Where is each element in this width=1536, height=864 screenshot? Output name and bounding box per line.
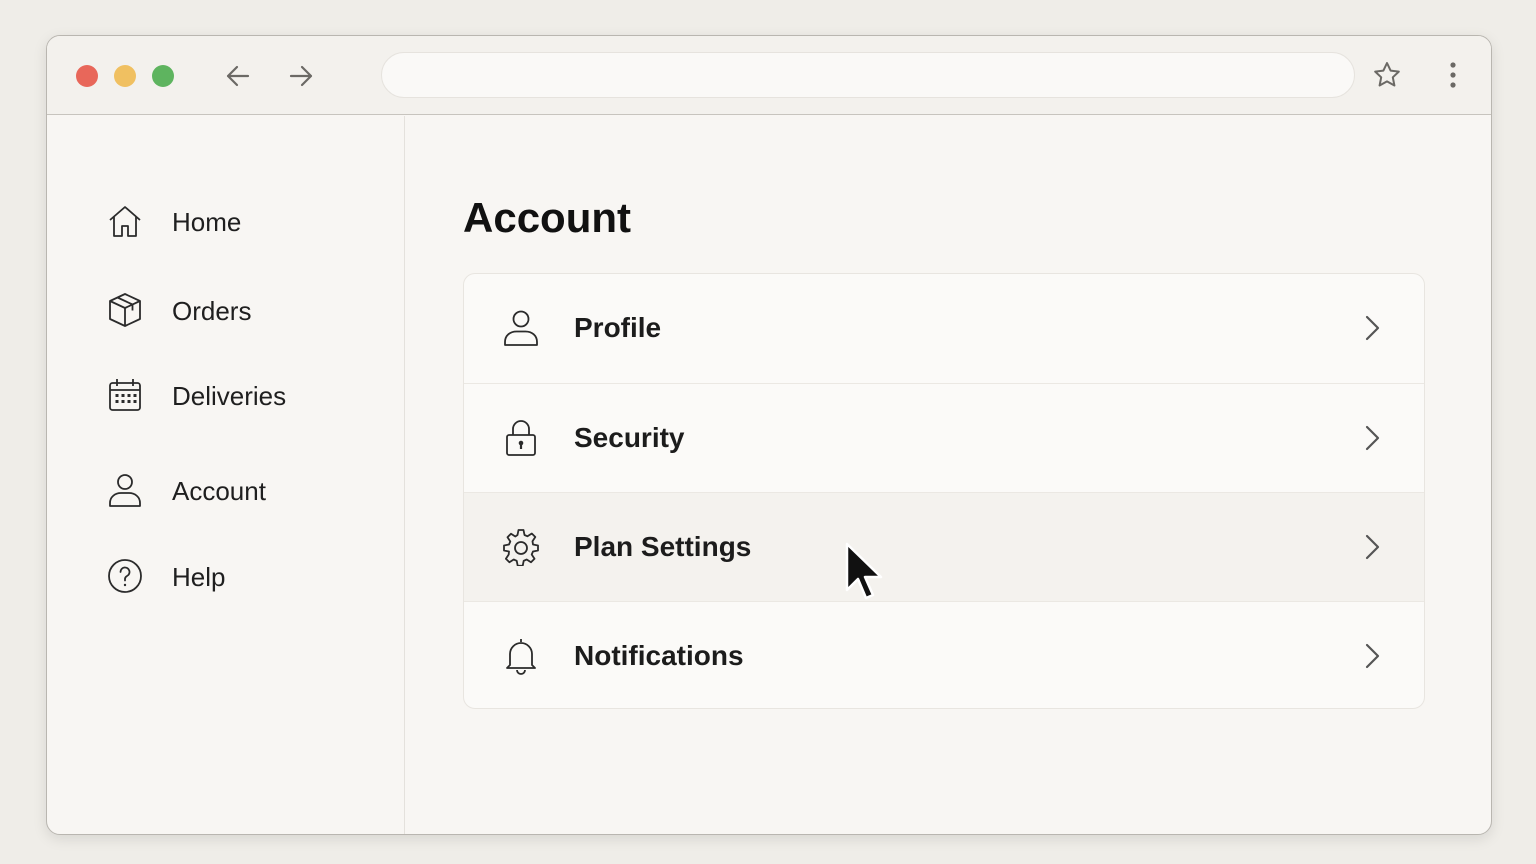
chevron-right-icon <box>1365 534 1380 560</box>
sidebar-item-label: Account <box>172 476 266 506</box>
sidebar-item-label: Orders <box>172 296 252 326</box>
box-icon <box>109 293 141 327</box>
more-menu-icon[interactable] <box>1439 59 1467 91</box>
chevron-right-icon <box>1365 315 1380 341</box>
bell-icon <box>506 639 536 675</box>
list-item-profile[interactable]: Profile <box>464 274 1424 382</box>
sidebar-item-label: Home <box>172 207 242 237</box>
list-item-label: Security <box>574 422 685 453</box>
account-settings-list: Profile Security Plan Settings Notificat… <box>463 273 1425 709</box>
address-bar[interactable] <box>381 52 1355 98</box>
browser-toolbar <box>47 36 1491 115</box>
lock-icon <box>506 420 536 456</box>
page-title: Account <box>463 194 631 241</box>
sidebar-item-home[interactable]: Home <box>107 196 367 246</box>
chevron-right-icon <box>1365 425 1380 451</box>
home-icon <box>109 206 141 237</box>
gear-icon <box>503 529 539 566</box>
sidebar-item-label: Help <box>172 562 226 592</box>
browser-window: Home Orders Deliveries Account Help Acco… <box>46 35 1492 835</box>
list-item-notifications[interactable]: Notifications <box>464 601 1424 708</box>
list-item-label: Notifications <box>574 640 744 671</box>
sidebar: Home Orders Deliveries Account Help <box>47 116 405 834</box>
maximize-window-button[interactable] <box>152 65 174 87</box>
bookmark-star-icon[interactable] <box>1371 59 1403 91</box>
list-item-label: Profile <box>574 312 662 343</box>
sidebar-item-deliveries[interactable]: Deliveries <box>107 370 367 420</box>
minimize-window-button[interactable] <box>114 65 136 87</box>
sidebar-item-help[interactable]: Help <box>107 551 367 601</box>
help-circle-icon <box>108 559 142 593</box>
forward-arrow-icon[interactable] <box>285 60 317 92</box>
chevron-right-icon <box>1365 643 1380 669</box>
list-item-label: Plan Settings <box>574 531 752 562</box>
list-item-plan-settings[interactable]: Plan Settings <box>464 492 1424 601</box>
user-icon <box>504 310 538 346</box>
calendar-icon <box>109 379 141 411</box>
sidebar-item-account[interactable]: Account <box>107 465 367 515</box>
close-window-button[interactable] <box>76 65 98 87</box>
sidebar-item-orders[interactable]: Orders <box>107 285 367 335</box>
sidebar-item-label: Deliveries <box>172 381 287 411</box>
back-arrow-icon[interactable] <box>222 60 254 92</box>
user-icon <box>109 474 141 507</box>
list-item-security[interactable]: Security <box>464 383 1424 492</box>
